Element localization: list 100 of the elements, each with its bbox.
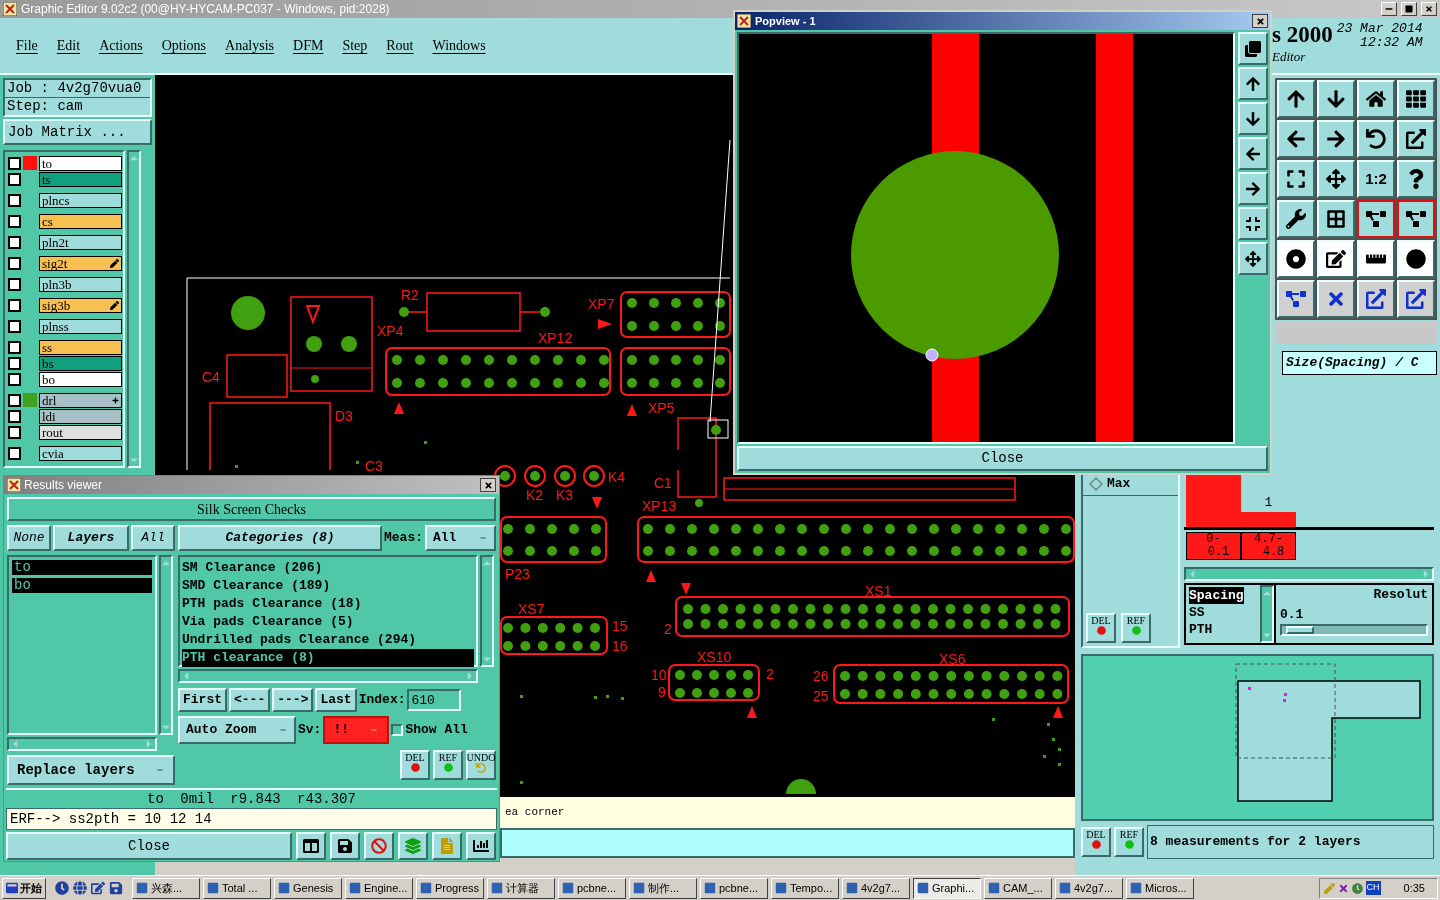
view-tool-button[interactable]: [1238, 67, 1268, 100]
taskbar-button[interactable]: Total ...: [203, 877, 271, 899]
radio-button[interactable]: [1089, 476, 1103, 491]
layer-item[interactable]: rout: [39, 424, 122, 440]
category-item[interactable]: PTH clearance (8): [182, 649, 474, 667]
category-item[interactable]: Via pads Clearance (5): [182, 613, 474, 631]
scrollbar[interactable]: [1184, 567, 1434, 581]
scrollbar[interactable]: [159, 555, 173, 735]
menu-item[interactable]: File: [16, 35, 38, 56]
taskbar-button[interactable]: Progress: [416, 877, 484, 899]
navigation-button[interactable]: Last: [315, 688, 357, 712]
tool-button[interactable]: [1357, 200, 1395, 238]
view-tool-button[interactable]: [1238, 172, 1268, 205]
taskbar-button[interactable]: 制作...: [629, 877, 697, 899]
reference-button[interactable]: REF: [1114, 827, 1144, 857]
close-button[interactable]: Close: [737, 446, 1268, 471]
layer-select-button[interactable]: None: [7, 525, 51, 551]
layer-item[interactable]: to: [39, 155, 122, 171]
layer-checkbox[interactable]: [8, 393, 21, 407]
measure-item[interactable]: SS: [1189, 604, 1205, 621]
layers-heading[interactable]: Layers: [53, 525, 129, 551]
close-button[interactable]: [480, 478, 496, 492]
scrollbar[interactable]: [127, 150, 141, 468]
reference-button[interactable]: REF: [433, 750, 463, 780]
show-all-checkbox[interactable]: [391, 724, 404, 736]
category-item[interactable]: SMD Clearance (189): [182, 577, 474, 595]
menu-item[interactable]: DFM: [293, 35, 324, 56]
taskbar-button[interactable]: 4v2g7...: [842, 877, 910, 899]
layer-checkbox[interactable]: [8, 172, 21, 186]
layer-item[interactable]: drl: [39, 392, 122, 408]
view-tool-button[interactable]: [1238, 207, 1268, 240]
layer-item[interactable]: bo: [39, 371, 122, 387]
layer-checkbox[interactable]: [8, 319, 21, 333]
layer-checkbox[interactable]: [8, 214, 21, 228]
taskbar-button[interactable]: pcbne...: [558, 877, 626, 899]
layer-item[interactable]: pln3b: [39, 276, 122, 292]
taskbar-button[interactable]: CAM_...: [984, 877, 1052, 899]
taskbar-button[interactable]: Genesis: [274, 877, 342, 899]
cross-icon[interactable]: [1337, 882, 1349, 894]
maximize-button[interactable]: [1401, 2, 1417, 16]
clock-icon[interactable]: [1351, 882, 1363, 894]
layer-checkbox[interactable]: [8, 372, 21, 386]
taskbar-button[interactable]: Micros...: [1126, 877, 1194, 899]
layer-item[interactable]: cs: [39, 213, 122, 229]
delete-button[interactable]: DEL: [1081, 827, 1111, 857]
menu-item[interactable]: Rout: [386, 35, 414, 56]
menu-item[interactable]: Actions: [99, 35, 143, 56]
replace-layers-dropdown[interactable]: Replace layers: [7, 755, 175, 785]
start-button[interactable]: 开始: [2, 877, 46, 899]
language-indicator[interactable]: CH: [1365, 881, 1381, 895]
auto-zoom-dropdown[interactable]: Auto Zoom: [178, 716, 296, 744]
layer-checkbox[interactable]: [8, 193, 21, 207]
measure-item[interactable]: PTH: [1189, 621, 1213, 638]
undo-button[interactable]: UNDO: [466, 750, 496, 780]
menu-item[interactable]: Analysis: [225, 35, 275, 56]
edit-icon[interactable]: [91, 881, 105, 895]
menu-item[interactable]: Windows: [432, 35, 486, 56]
menu-item[interactable]: Options: [161, 35, 207, 56]
navigation-button[interactable]: First: [178, 688, 227, 712]
taskbar-button[interactable]: Tempo...: [771, 877, 839, 899]
layer-checkbox[interactable]: [8, 235, 21, 249]
scrollbar[interactable]: [1260, 585, 1274, 643]
layer-checkbox[interactable]: [8, 356, 21, 370]
menu-item[interactable]: Edit: [56, 35, 81, 56]
measure-item[interactable]: Spacing: [1189, 587, 1244, 604]
layer-select-button[interactable]: All: [131, 525, 175, 551]
layer-checkbox[interactable]: [8, 425, 21, 439]
scrollbar[interactable]: [178, 669, 478, 683]
tool-button[interactable]: 1:2: [1357, 160, 1395, 198]
categories-heading[interactable]: Categories (8): [178, 525, 382, 551]
clock-icon[interactable]: [55, 881, 69, 895]
job-matrix-button[interactable]: Job Matrix ...: [3, 119, 152, 145]
layer-item[interactable]: plnss: [39, 318, 122, 334]
taskbar-button[interactable]: Graphi...: [913, 877, 981, 899]
view-tool-button[interactable]: [1238, 102, 1268, 135]
layer-item[interactable]: sig2t: [39, 255, 122, 271]
layer-checkbox[interactable]: [8, 156, 21, 170]
view-tool-button[interactable]: [1238, 32, 1268, 65]
tool-button[interactable]: [1397, 200, 1435, 238]
view-tool-button[interactable]: [1238, 137, 1268, 170]
meas-dropdown[interactable]: All: [425, 525, 496, 551]
layer-checkbox[interactable]: [8, 298, 21, 312]
taskbar-button[interactable]: 计算器: [487, 877, 555, 899]
layer-item[interactable]: ldi: [39, 408, 122, 424]
taskbar-button[interactable]: 4v2g7...: [1055, 877, 1123, 899]
layer-checkbox[interactable]: [8, 256, 21, 270]
category-item[interactable]: PTH pads Clearance (18): [182, 595, 474, 613]
layer-result-item[interactable]: bo: [12, 578, 152, 593]
layer-item[interactable]: sig3b: [39, 297, 122, 313]
layer-checkbox[interactable]: [8, 277, 21, 291]
navigation-button[interactable]: <---: [229, 688, 271, 712]
command-field[interactable]: [500, 828, 1075, 858]
category-item[interactable]: Undrilled pads Clearance (294): [182, 631, 474, 649]
layer-checkbox[interactable]: [8, 340, 21, 354]
layer-item[interactable]: ts: [39, 171, 122, 187]
layer-item[interactable]: cvia: [39, 445, 122, 461]
severity-dropdown[interactable]: !!: [323, 716, 390, 744]
layer-checkbox[interactable]: [8, 409, 21, 423]
category-item[interactable]: SM Clearance (206): [182, 559, 474, 577]
layer-result-item[interactable]: to: [12, 560, 152, 575]
